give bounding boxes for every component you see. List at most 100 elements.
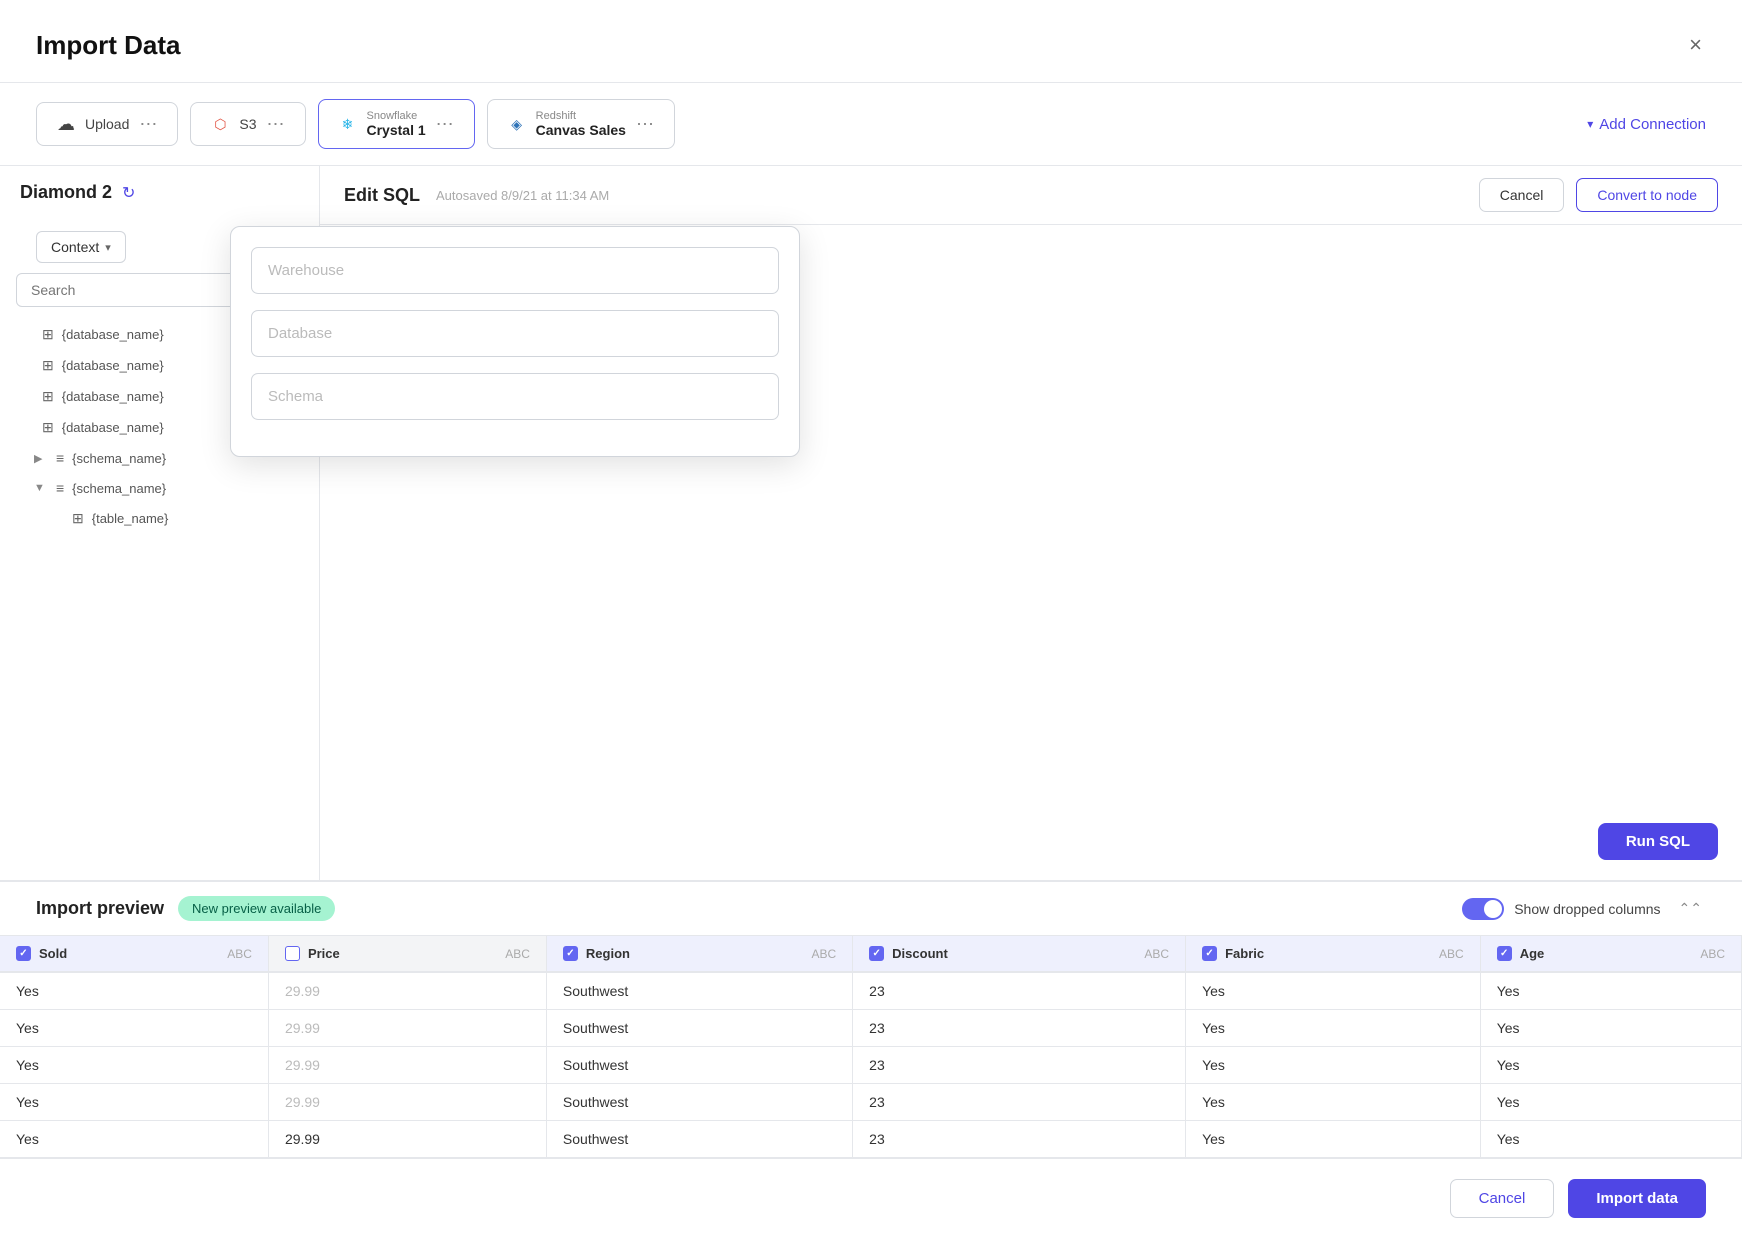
redshift-main: Canvas Sales [536, 122, 626, 138]
table-row: Yes29.99Southwest23YesYes [0, 1084, 1742, 1121]
table-cell: Yes [0, 1047, 268, 1084]
schema-icon: ≡ [56, 450, 64, 466]
preview-collapse-button[interactable]: ⌃⌃ [1675, 896, 1706, 921]
table-cell: Yes [1186, 1084, 1481, 1121]
database-icon: ⊞ [42, 388, 54, 405]
preview-title: Import preview [36, 898, 164, 919]
tree-item-schema-expanded[interactable]: ▼ ≡ {schema_name} [0, 473, 319, 503]
add-connection-chevron: ▾ [1587, 117, 1593, 131]
conn-tab-upload-more[interactable]: ⋯ [137, 114, 159, 135]
table-cell: Southwest [546, 1121, 852, 1158]
table-cell: 23 [853, 1121, 1186, 1158]
schema-icon: ≡ [56, 480, 64, 496]
close-button[interactable]: × [1685, 28, 1706, 62]
show-dropped-label: Show dropped columns [1514, 901, 1660, 917]
fabric-checkbox[interactable]: ✓ [1202, 946, 1217, 961]
conn-tab-upload[interactable]: ☁ Upload ⋯ [36, 102, 178, 146]
add-connection-button[interactable]: ▾ Add Connection [1587, 116, 1706, 133]
table-cell: 23 [853, 1047, 1186, 1084]
table-cell: Yes [0, 972, 268, 1010]
editor-actions: Cancel Convert to node [1479, 178, 1718, 212]
conn-tab-snowflake[interactable]: ❄ Snowflake Crystal 1 ⋯ [318, 99, 475, 149]
s3-icon: ⬡ [209, 113, 231, 135]
col-header-age: ✓ Age ABC [1480, 936, 1741, 972]
sold-checkbox[interactable]: ✓ [16, 946, 31, 961]
table-cell: Yes [1480, 1084, 1741, 1121]
table-header-row: ✓ Sold ABC ✓ Price ABC [0, 936, 1742, 972]
preview-tbody: Yes29.99Southwest23YesYesYes29.99Southwe… [0, 972, 1742, 1158]
add-connection-label: Add Connection [1599, 116, 1706, 133]
col-type-region: ABC [811, 947, 836, 961]
sidebar-title: Diamond 2 [20, 182, 112, 203]
col-header-sold: ✓ Sold ABC [0, 936, 268, 972]
preview-header: Import preview New preview available Sho… [0, 882, 1742, 936]
show-dropped-columns: Show dropped columns [1462, 898, 1660, 920]
conn-tab-s3[interactable]: ⬡ S3 ⋯ [190, 102, 305, 146]
sql-editor-title: Edit SQL [344, 185, 420, 206]
database-icon: ⊞ [42, 419, 54, 436]
conn-tab-snowflake-more[interactable]: ⋯ [434, 114, 456, 135]
table-cell: Southwest [546, 1010, 852, 1047]
price-checkbox[interactable]: ✓ [285, 946, 300, 961]
col-type-fabric: ABC [1439, 947, 1464, 961]
age-checkbox[interactable]: ✓ [1497, 946, 1512, 961]
import-preview: Import preview New preview available Sho… [0, 880, 1742, 1158]
bottom-cancel-button[interactable]: Cancel [1450, 1179, 1555, 1218]
warehouse-input[interactable] [251, 247, 779, 294]
discount-checkbox[interactable]: ✓ [869, 946, 884, 961]
snowflake-main: Crystal 1 [367, 122, 426, 138]
col-type-age: ABC [1700, 947, 1725, 961]
bottom-actions: Cancel Import data [0, 1158, 1742, 1238]
context-button[interactable]: Context ▾ [36, 231, 126, 263]
schema-input[interactable] [251, 373, 779, 420]
conn-tab-s3-more[interactable]: ⋯ [265, 114, 287, 135]
tree-label: {schema_name} [72, 481, 166, 496]
database-icon: ⊞ [42, 326, 54, 343]
redshift-icon: ◈ [506, 113, 528, 135]
database-input[interactable] [251, 310, 779, 357]
table-row: Yes29.99Southwest23YesYes [0, 1047, 1742, 1084]
table-cell: 29.99 [268, 972, 546, 1010]
connection-bar: ☁ Upload ⋯ ⬡ S3 ⋯ ❄ Snowflake Crystal 1 … [0, 83, 1742, 166]
table-cell: Yes [0, 1010, 268, 1047]
col-type-sold: ABC [227, 947, 252, 961]
table-icon: ⊞ [72, 510, 84, 527]
tree-label: {schema_name} [72, 451, 166, 466]
conn-tab-s3-label: S3 [239, 116, 256, 132]
region-checkbox[interactable]: ✓ [563, 946, 578, 961]
preview-badge: New preview available [178, 896, 335, 921]
col-type-discount: ABC [1144, 947, 1169, 961]
autosaved-label: Autosaved 8/9/21 at 11:34 AM [436, 188, 609, 203]
tree-label: {table_name} [92, 511, 169, 526]
tree-item-table[interactable]: ⊞ {table_name} [0, 503, 319, 534]
col-header-fabric: ✓ Fabric ABC [1186, 936, 1481, 972]
table-cell: Yes [1186, 1121, 1481, 1158]
conn-tab-redshift[interactable]: ◈ Redshift Canvas Sales ⋯ [487, 99, 675, 149]
conn-tab-redshift-more[interactable]: ⋯ [634, 114, 656, 135]
table-cell: 29.99 [268, 1010, 546, 1047]
col-label-age: Age [1520, 946, 1545, 961]
table-cell: Yes [1480, 972, 1741, 1010]
run-sql-button[interactable]: Run SQL [1598, 823, 1718, 860]
table-cell: Yes [1186, 972, 1481, 1010]
import-data-button[interactable]: Import data [1568, 1179, 1706, 1218]
editor-cancel-button[interactable]: Cancel [1479, 178, 1565, 212]
table-cell: Southwest [546, 972, 852, 1010]
refresh-button[interactable]: ↻ [122, 183, 135, 203]
sql-editor-header: Edit SQL Autosaved 8/9/21 at 11:34 AM Ca… [320, 166, 1742, 225]
snowflake-sub: Snowflake [367, 110, 426, 122]
database-icon: ⊞ [42, 357, 54, 374]
convert-to-node-button[interactable]: Convert to node [1576, 178, 1718, 212]
tree-label: {database_name} [62, 389, 164, 404]
table-cell: 23 [853, 1084, 1186, 1121]
warehouse-field [251, 247, 779, 294]
database-field [251, 310, 779, 357]
table-row: Yes29.99Southwest23YesYes [0, 972, 1742, 1010]
table-cell: Yes [0, 1121, 268, 1158]
col-label-discount: Discount [892, 946, 948, 961]
conn-tab-redshift-names: Redshift Canvas Sales [536, 110, 626, 138]
upload-icon: ☁ [55, 113, 77, 135]
table-cell: 23 [853, 972, 1186, 1010]
schema-field [251, 373, 779, 420]
show-dropped-toggle[interactable] [1462, 898, 1504, 920]
